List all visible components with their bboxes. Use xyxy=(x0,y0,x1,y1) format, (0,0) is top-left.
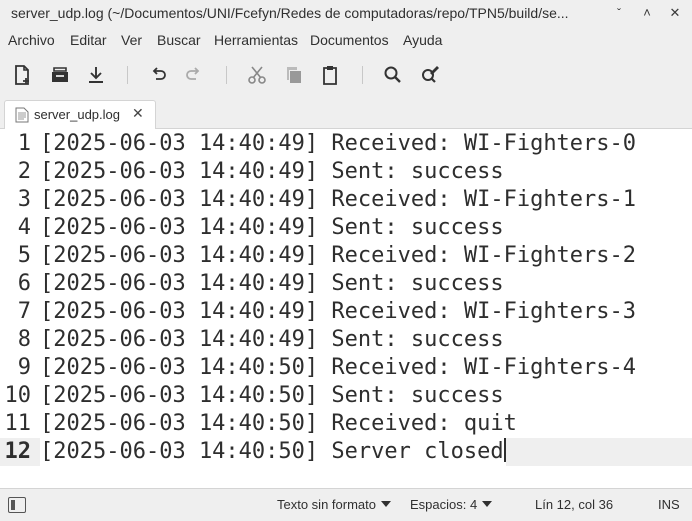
tab-width-label: Espacios: 4 xyxy=(410,497,478,512)
copy-icon[interactable] xyxy=(282,63,306,87)
undo-icon[interactable] xyxy=(146,63,170,87)
cut-icon[interactable] xyxy=(245,63,269,87)
redo-icon[interactable] xyxy=(182,63,206,87)
tab-close-icon[interactable]: ✕ xyxy=(132,105,144,122)
open-icon[interactable] xyxy=(48,63,72,87)
line-text: [2025-06-03 14:40:50] Received: quit xyxy=(40,411,517,436)
menu-herramientas[interactable]: Herramientas xyxy=(214,32,298,48)
line-number: 11 xyxy=(4,411,32,436)
text-editor[interactable]: 1 [2025-06-03 14:40:49] Received: WI-Fig… xyxy=(0,129,692,488)
tab-width-selector[interactable]: Espacios: 4 xyxy=(410,497,493,512)
line-text: [2025-06-03 14:40:50] Server closed xyxy=(40,439,504,464)
chevron-down-icon xyxy=(381,501,391,507)
menu-ver[interactable]: Ver xyxy=(121,32,142,48)
line-text: [2025-06-03 14:40:49] Sent: success xyxy=(40,159,504,184)
sidebar-toggle-icon[interactable] xyxy=(8,497,26,513)
tab-bar: server_udp.log ✕ xyxy=(0,96,692,129)
text-caret xyxy=(503,438,506,462)
tab-label: server_udp.log xyxy=(34,107,120,122)
search-icon[interactable] xyxy=(381,63,405,87)
menu-bar: Archivo Editar Ver Buscar Herramientas D… xyxy=(0,26,692,54)
line-text: [2025-06-03 14:40:49] Received: WI-Fight… xyxy=(40,299,637,324)
maximize-button[interactable]: ˄ xyxy=(636,3,658,23)
editor-line: 3 [2025-06-03 14:40:49] Received: WI-Fig… xyxy=(0,186,692,214)
line-number: 7 xyxy=(17,299,31,324)
line-text: [2025-06-03 14:40:50] Received: WI-Fight… xyxy=(40,355,637,380)
editor-line-current: 12 [2025-06-03 14:40:50] Server closed xyxy=(0,438,692,466)
new-document-icon[interactable] xyxy=(10,63,34,87)
title-bar: server_udp.log (~/Documentos/UNI/Fcefyn/… xyxy=(0,0,692,26)
line-text: [2025-06-03 14:40:49] Sent: success xyxy=(40,271,504,296)
editor-line: 11 [2025-06-03 14:40:50] Received: quit xyxy=(0,410,692,438)
close-window-button[interactable]: ✕ xyxy=(664,3,686,23)
menu-archivo[interactable]: Archivo xyxy=(8,32,55,48)
editor-line: 9 [2025-06-03 14:40:50] Received: WI-Fig… xyxy=(0,354,692,382)
menu-buscar[interactable]: Buscar xyxy=(157,32,201,48)
line-number: 6 xyxy=(17,271,31,296)
line-number: 12 xyxy=(4,439,32,464)
language-label: Texto sin formato xyxy=(277,497,376,512)
editor-line: 6 [2025-06-03 14:40:49] Sent: success xyxy=(0,270,692,298)
line-number: 8 xyxy=(17,327,31,352)
line-text-wrapper: [2025-06-03 14:40:50] Server closed xyxy=(40,438,506,466)
editor-line: 1 [2025-06-03 14:40:49] Received: WI-Fig… xyxy=(0,130,692,158)
editor-line: 4 [2025-06-03 14:40:49] Sent: success xyxy=(0,214,692,242)
menu-editar[interactable]: Editar xyxy=(70,32,107,48)
toolbar-separator xyxy=(127,66,128,84)
toolbar-separator xyxy=(362,66,363,84)
line-number: 5 xyxy=(17,243,31,268)
chevron-down-icon xyxy=(482,501,493,507)
line-text: [2025-06-03 14:40:49] Received: WI-Fight… xyxy=(40,243,637,268)
minimize-button[interactable]: ˇ xyxy=(608,3,630,23)
save-icon[interactable] xyxy=(84,63,108,87)
insert-mode: INS xyxy=(658,497,680,512)
line-number: 1 xyxy=(17,131,31,156)
menu-documentos[interactable]: Documentos xyxy=(310,32,389,48)
toolbar-separator xyxy=(226,66,227,84)
language-selector[interactable]: Texto sin formato xyxy=(277,497,391,512)
line-text: [2025-06-03 14:40:49] Received: WI-Fight… xyxy=(40,187,637,212)
line-number: 3 xyxy=(17,187,31,212)
status-bar: Texto sin formato Espacios: 4 Lín 12, co… xyxy=(0,488,692,521)
cursor-position: Lín 12, col 36 xyxy=(535,497,614,512)
line-number: 4 xyxy=(17,215,31,240)
replace-icon[interactable] xyxy=(418,63,442,87)
editor-line: 7 [2025-06-03 14:40:49] Received: WI-Fig… xyxy=(0,298,692,326)
line-text: [2025-06-03 14:40:49] Sent: success xyxy=(40,215,504,240)
editor-line: 10 [2025-06-03 14:40:50] Sent: success xyxy=(0,382,692,410)
text-file-icon xyxy=(15,107,29,123)
editor-line: 8 [2025-06-03 14:40:49] Sent: success xyxy=(0,326,692,354)
line-text: [2025-06-03 14:40:49] Received: WI-Fight… xyxy=(40,131,637,156)
line-number: 9 xyxy=(17,355,31,380)
paste-icon[interactable] xyxy=(318,63,342,87)
tab-server-udp-log[interactable]: server_udp.log ✕ xyxy=(4,100,156,129)
window-title: server_udp.log (~/Documentos/UNI/Fcefyn/… xyxy=(11,5,569,21)
toolbar xyxy=(0,54,692,96)
editor-line: 5 [2025-06-03 14:40:49] Received: WI-Fig… xyxy=(0,242,692,270)
line-number: 10 xyxy=(4,383,32,408)
editor-line: 2 [2025-06-03 14:40:49] Sent: success xyxy=(0,158,692,186)
line-text: [2025-06-03 14:40:49] Sent: success xyxy=(40,327,504,352)
line-number: 2 xyxy=(17,159,31,184)
line-text: [2025-06-03 14:40:50] Sent: success xyxy=(40,383,504,408)
menu-ayuda[interactable]: Ayuda xyxy=(403,32,442,48)
